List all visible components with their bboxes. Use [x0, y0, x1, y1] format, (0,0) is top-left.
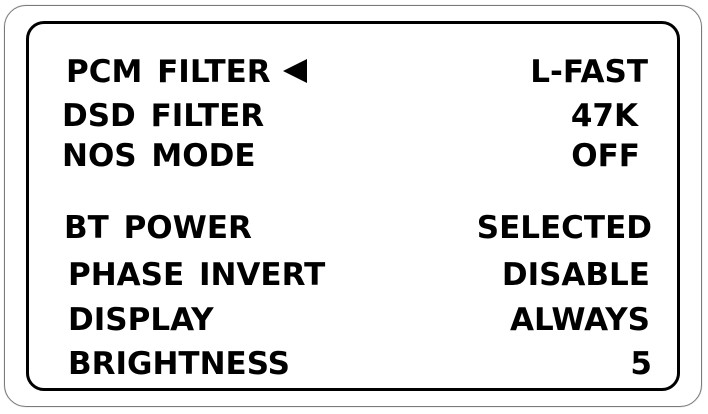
menu-value: OFF: [571, 138, 640, 174]
menu-row-bt-power[interactable]: BT POWER SELECTED: [0, 208, 708, 248]
menu-label: DSD FILTER: [62, 98, 265, 134]
menu-value: DISABLE: [501, 257, 650, 293]
menu-value: 47K: [570, 98, 638, 134]
selection-cursor-icon: [282, 58, 307, 83]
menu-label: BRIGHTNESS: [68, 346, 290, 382]
menu-row-brightness[interactable]: BRIGHTNESS 5: [0, 344, 708, 384]
menu-label: NOS MODE: [62, 138, 256, 174]
menu-row-display[interactable]: DISPLAY ALWAYS: [0, 300, 708, 340]
menu-label: PCM FILTER: [66, 52, 307, 92]
menu-row-nos-mode[interactable]: NOS MODE OFF: [0, 136, 708, 176]
menu-value: L-FAST: [530, 54, 648, 90]
menu-value: 5: [630, 346, 652, 382]
menu-label: BT POWER: [64, 210, 252, 246]
menu-label: DISPLAY: [68, 302, 214, 338]
menu-row-pcm-filter[interactable]: PCM FILTER L-FAST: [0, 52, 708, 92]
menu-label: PHASE INVERT: [68, 257, 326, 293]
menu-value: SELECTED: [476, 210, 652, 246]
menu-row-dsd-filter[interactable]: DSD FILTER 47K: [0, 96, 708, 136]
menu-value: ALWAYS: [510, 302, 650, 338]
menu-row-phase-invert[interactable]: PHASE INVERT DISABLE: [0, 255, 708, 295]
